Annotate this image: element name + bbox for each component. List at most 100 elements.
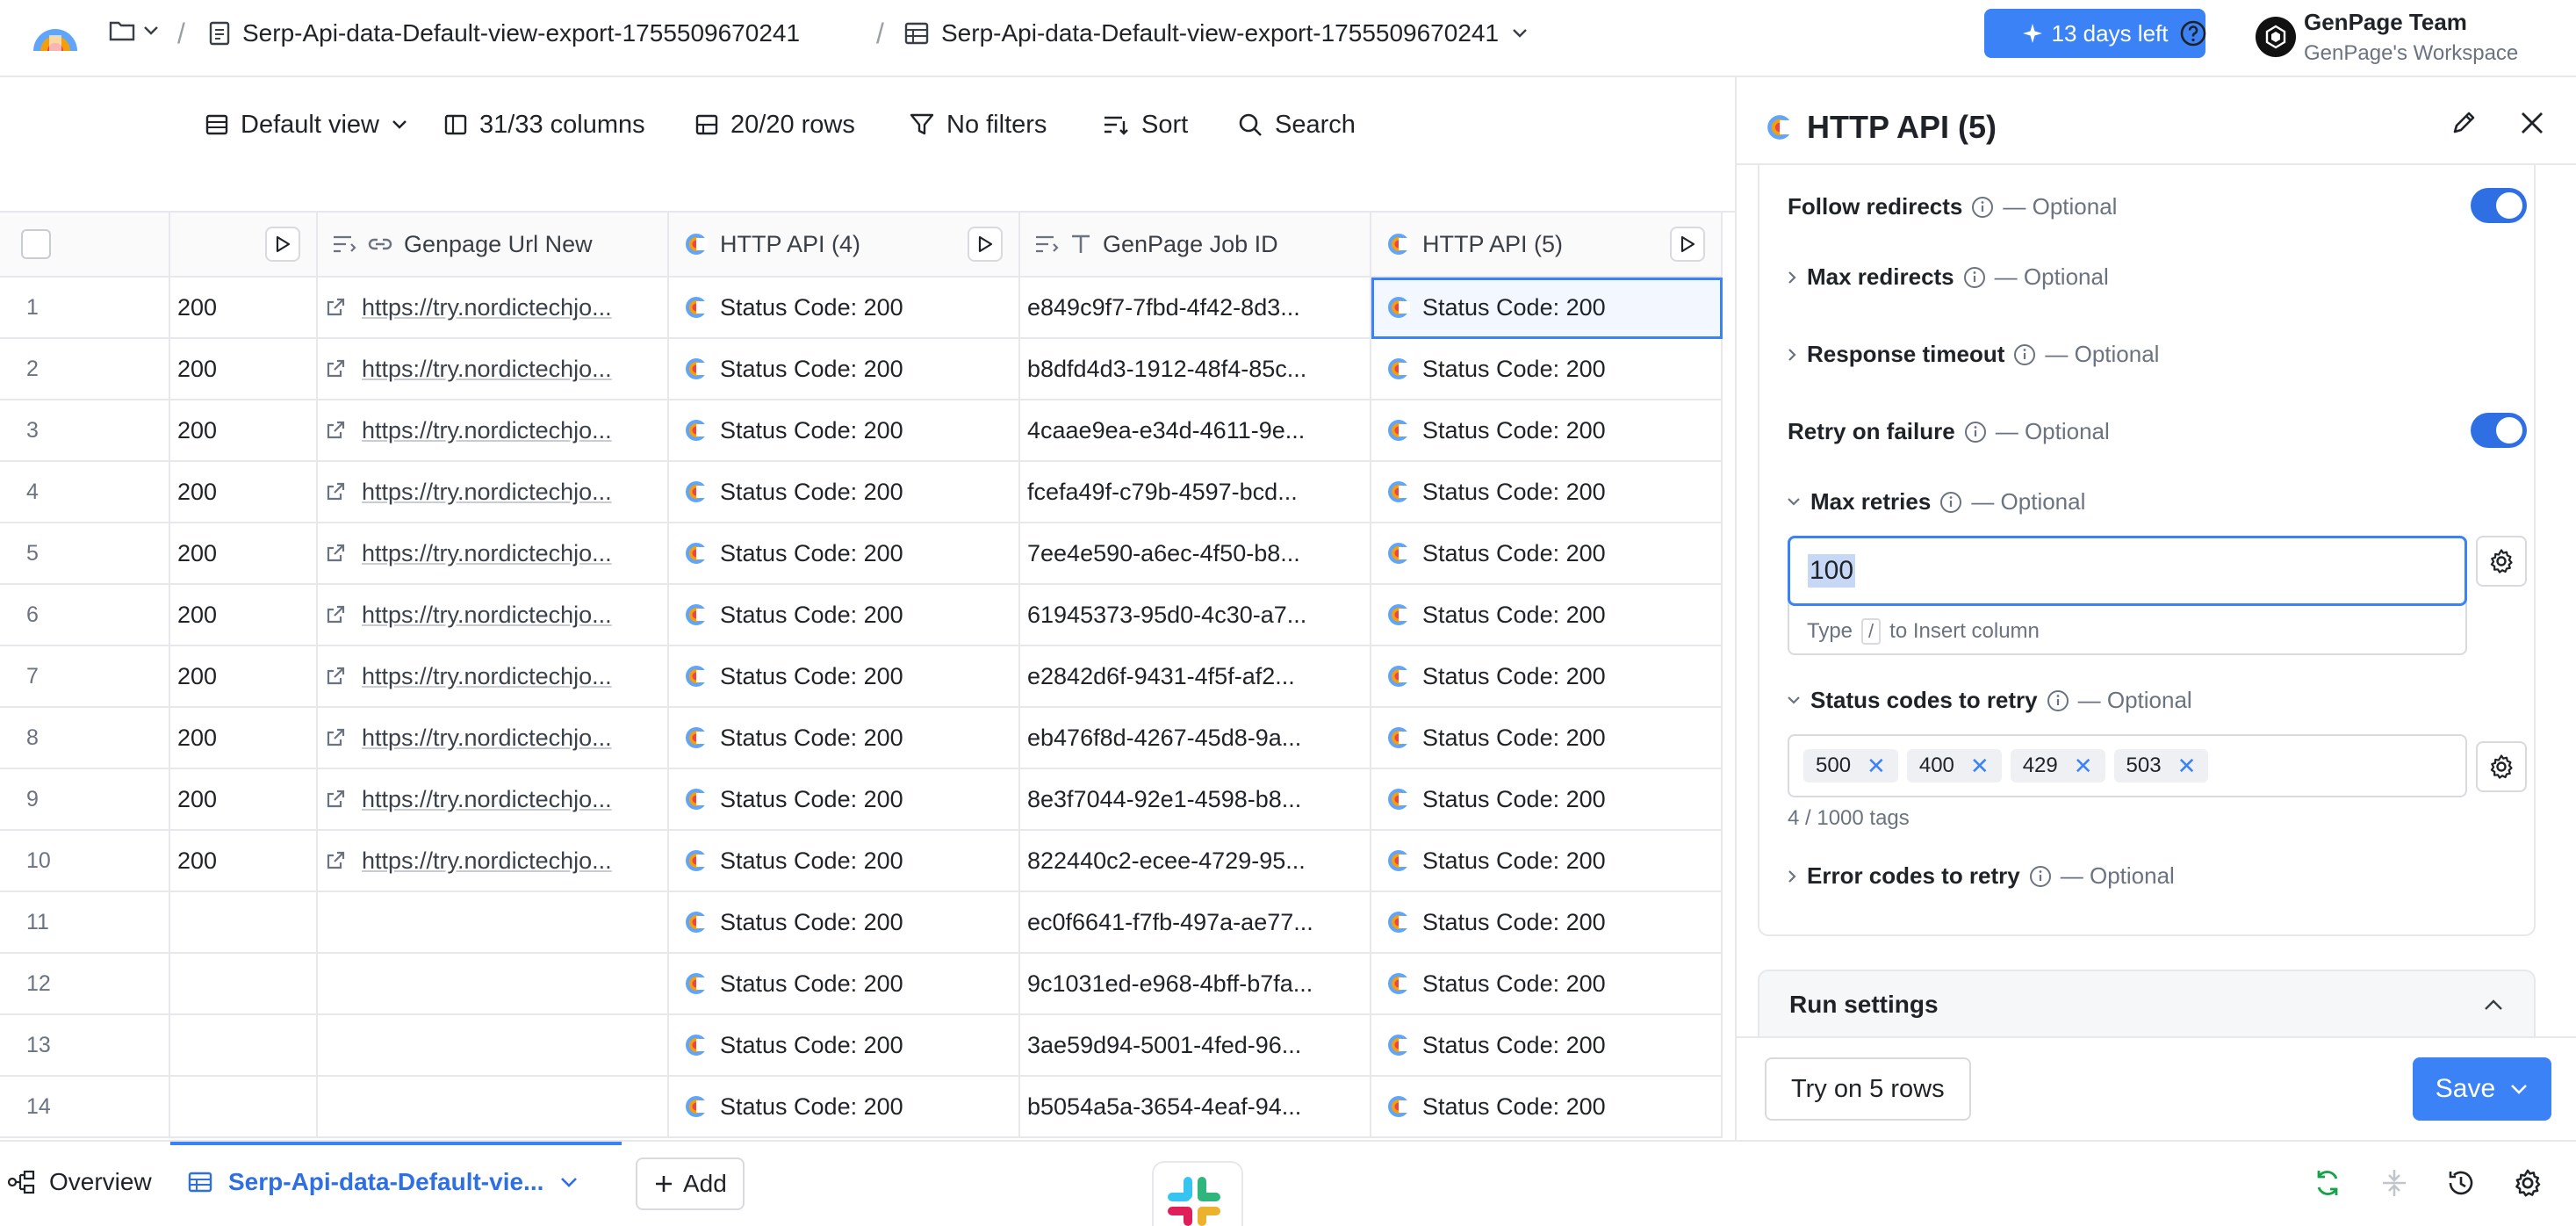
http-api-5-cell[interactable]: Status Code: 200 [1371, 708, 1723, 769]
url-link[interactable]: https://try.nordictechjo... [362, 847, 612, 875]
info-icon[interactable] [2047, 689, 2069, 712]
http-api-5-cell[interactable]: Status Code: 200 [1371, 954, 1723, 1015]
job-id-cell[interactable]: 822440c2-ecee-4729-95... [1020, 831, 1371, 892]
job-id-cell[interactable]: 7ee4e590-a6ec-4f50-b8... [1020, 523, 1371, 585]
genpage-url-cell[interactable] [318, 1077, 669, 1138]
genpage-url-cell[interactable] [318, 1015, 669, 1077]
run-column-button[interactable] [968, 227, 1003, 262]
http-api-5-cell[interactable]: Status Code: 200 [1371, 892, 1723, 954]
select-all-checkbox[interactable] [21, 229, 51, 259]
remove-tag-icon[interactable]: ✕ [2177, 753, 2197, 780]
status-codes-tag-input[interactable]: 500 ✕ 400 ✕ 429 ✕ 503 ✕ [1788, 734, 2467, 797]
status-cell[interactable]: 200 [170, 708, 318, 769]
view-selector[interactable]: Default view [205, 97, 407, 153]
http-api-4-cell[interactable]: Status Code: 200 [669, 892, 1020, 954]
http-api-5-cell[interactable]: Status Code: 200 [1371, 462, 1723, 523]
retry-on-failure-toggle[interactable] [2471, 413, 2527, 448]
status-cell[interactable] [170, 1015, 318, 1077]
row-number[interactable]: 9 [0, 769, 170, 831]
max-retries-settings-button[interactable] [2476, 536, 2527, 587]
external-link-icon[interactable] [325, 543, 346, 564]
job-id-cell[interactable]: 9c1031ed-e968-4bff-b7fa... [1020, 954, 1371, 1015]
error-codes-row[interactable]: Error codes to retry — Optional [1786, 862, 2175, 890]
max-retries-input[interactable]: 100 [1788, 536, 2467, 606]
url-link[interactable]: https://try.nordictechjo... [362, 356, 612, 383]
external-link-icon[interactable] [325, 481, 346, 502]
breadcrumb-view[interactable]: Serp-Api-data-Default-view-export-175550… [904, 19, 1529, 47]
status-cell[interactable]: 200 [170, 523, 318, 585]
remove-tag-icon[interactable]: ✕ [2074, 753, 2093, 780]
http-api-4-cell[interactable]: Status Code: 200 [669, 278, 1020, 339]
genpage-url-cell[interactable]: https://try.nordictechjo... [318, 462, 669, 523]
info-icon[interactable] [1939, 491, 1962, 514]
row-number[interactable]: 13 [0, 1015, 170, 1077]
http-api-4-cell[interactable]: Status Code: 200 [669, 1015, 1020, 1077]
max-redirects-row[interactable]: Max redirects — Optional [1786, 263, 2109, 291]
job-id-cell[interactable]: 3ae59d94-5001-4fed-96... [1020, 1015, 1371, 1077]
search-button[interactable]: Search [1238, 97, 1356, 153]
genpage-url-cell[interactable]: https://try.nordictechjo... [318, 646, 669, 708]
http-api-5-cell[interactable]: Status Code: 200 [1371, 339, 1723, 400]
row-number[interactable]: 1 [0, 278, 170, 339]
info-icon[interactable] [1964, 421, 1987, 444]
status-codes-row[interactable]: Status codes to retry — Optional [1786, 687, 2192, 714]
external-link-icon[interactable] [325, 789, 346, 810]
add-sheet-button[interactable]: Add [636, 1157, 745, 1210]
external-link-icon[interactable] [325, 358, 346, 379]
info-icon[interactable] [2013, 343, 2036, 366]
job-id-cell[interactable]: eb476f8d-4267-45d8-9a... [1020, 708, 1371, 769]
http-api-4-cell[interactable]: Status Code: 200 [669, 708, 1020, 769]
info-icon[interactable] [1963, 266, 1986, 289]
http-api-5-cell[interactable]: Status Code: 200 [1371, 646, 1723, 708]
settings-gear-icon[interactable] [2513, 1168, 2543, 1198]
status-cell[interactable]: 200 [170, 585, 318, 646]
response-timeout-row[interactable]: Response timeout — Optional [1786, 341, 2159, 368]
http-api-5-cell[interactable]: Status Code: 200 [1371, 831, 1723, 892]
row-number[interactable]: 11 [0, 892, 170, 954]
row-number[interactable]: 10 [0, 831, 170, 892]
http-api-4-cell[interactable]: Status Code: 200 [669, 462, 1020, 523]
genpage-url-cell[interactable] [318, 892, 669, 954]
genpage-url-cell[interactable]: https://try.nordictechjo... [318, 339, 669, 400]
try-on-rows-button[interactable]: Try on 5 rows [1765, 1057, 1971, 1121]
job-id-cell[interactable]: 8e3f7044-92e1-4598-b8... [1020, 769, 1371, 831]
http-api-5-cell[interactable]: Status Code: 200 [1371, 278, 1723, 339]
status-cell[interactable] [170, 892, 318, 954]
status-cell[interactable]: 200 [170, 646, 318, 708]
remove-tag-icon[interactable]: ✕ [1867, 753, 1886, 780]
column-header-status[interactable] [170, 213, 318, 278]
column-header-http-api-5[interactable]: HTTP API (5) [1371, 213, 1723, 278]
external-link-icon[interactable] [325, 297, 346, 318]
status-cell[interactable]: 200 [170, 278, 318, 339]
http-api-5-cell[interactable]: Status Code: 200 [1371, 585, 1723, 646]
collapse-rows-icon[interactable] [2379, 1168, 2409, 1198]
url-link[interactable]: https://try.nordictechjo... [362, 602, 612, 629]
url-link[interactable]: https://try.nordictechjo... [362, 479, 612, 506]
job-id-cell[interactable]: b5054a5a-3654-4eaf-94... [1020, 1077, 1371, 1138]
job-id-cell[interactable]: fcefa49f-c79b-4597-bcd... [1020, 462, 1371, 523]
external-link-icon[interactable] [325, 727, 346, 748]
job-id-cell[interactable]: ec0f6641-f7fb-497a-ae77... [1020, 892, 1371, 954]
slack-integration-button[interactable] [1152, 1161, 1243, 1226]
info-icon[interactable] [1971, 196, 1994, 219]
row-number[interactable]: 3 [0, 400, 170, 462]
rows-button[interactable]: 20/20 rows [695, 97, 855, 153]
job-id-cell[interactable]: 4caae9ea-e34d-4611-9e... [1020, 400, 1371, 462]
external-link-icon[interactable] [325, 850, 346, 871]
status-cell[interactable] [170, 1077, 318, 1138]
run-column-button[interactable] [1670, 227, 1705, 262]
workspace-avatar[interactable] [2255, 16, 2297, 58]
http-api-4-cell[interactable]: Status Code: 200 [669, 523, 1020, 585]
genpage-url-cell[interactable]: https://try.nordictechjo... [318, 585, 669, 646]
refresh-icon[interactable] [2313, 1168, 2342, 1198]
columns-button[interactable]: 31/33 columns [444, 97, 645, 153]
edit-icon[interactable] [2450, 109, 2478, 137]
status-cell[interactable]: 200 [170, 462, 318, 523]
http-api-4-cell[interactable]: Status Code: 200 [669, 585, 1020, 646]
http-api-4-cell[interactable]: Status Code: 200 [669, 339, 1020, 400]
live-mode-dropdown[interactable]: Live [16, 91, 140, 155]
close-icon[interactable] [2520, 111, 2544, 135]
status-cell[interactable]: 200 [170, 831, 318, 892]
genpage-url-cell[interactable]: https://try.nordictechjo... [318, 400, 669, 462]
trial-badge-button[interactable]: 13 days left [1984, 9, 2205, 58]
